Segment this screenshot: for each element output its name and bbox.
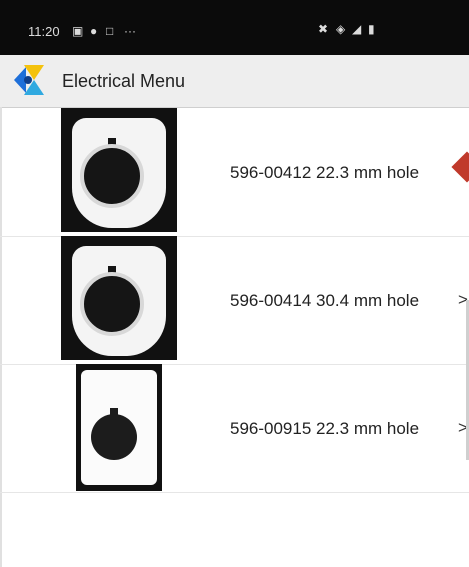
wifi-icon: ◈ bbox=[336, 22, 347, 36]
image-icon: ▣ bbox=[72, 24, 84, 38]
plate-hole bbox=[80, 144, 144, 208]
more-icon: ··· bbox=[124, 24, 136, 38]
mute-icon: ✖ bbox=[318, 22, 330, 36]
shield-icon: ● bbox=[90, 24, 98, 38]
list-item-label: 596-00414 30.4 mm hole bbox=[230, 291, 420, 310]
list-item[interactable]: 596-00412 22.3 mm hole bbox=[0, 108, 469, 237]
list-item-label: 596-00412 22.3 mm hole bbox=[230, 163, 420, 182]
status-time: 11:20 bbox=[28, 24, 60, 39]
signal-icon: ◢ bbox=[352, 22, 363, 36]
notification-icon: □ bbox=[106, 24, 114, 38]
part-thumbnail-image bbox=[61, 236, 177, 360]
list-item[interactable]: 596-00414 30.4 mm hole > bbox=[0, 236, 469, 365]
part-thumbnail-image bbox=[76, 364, 162, 491]
plate-hole bbox=[91, 414, 137, 460]
scroll-marker-icon bbox=[451, 151, 469, 183]
part-thumbnail-image bbox=[61, 108, 177, 232]
list-item[interactable]: 596-00915 22.3 mm hole > bbox=[0, 364, 469, 493]
app-bar: Electrical Menu bbox=[0, 55, 469, 108]
list-item-label: 596-00915 22.3 mm hole bbox=[230, 419, 420, 438]
app-logo[interactable] bbox=[10, 63, 46, 97]
plate-hole bbox=[80, 272, 144, 336]
status-bar: 11:20 ▣ ● □ ··· ✖ ◈ ◢ ▮ bbox=[0, 0, 469, 55]
battery-icon: ▮ bbox=[368, 22, 376, 36]
page-title: Electrical Menu bbox=[62, 71, 186, 91]
